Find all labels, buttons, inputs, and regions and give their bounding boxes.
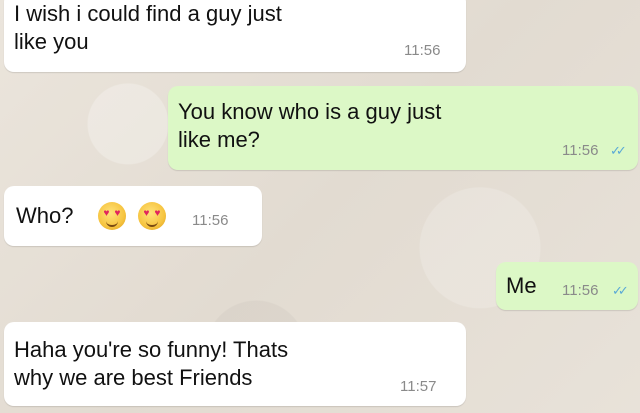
heart-eyes-emoji-icon: ♥ ♥ [98,202,126,230]
message-time: 11:56 [192,212,229,229]
incoming-message[interactable]: Who? ♥ ♥ ♥ ♥ 11:56 [4,186,262,246]
message-time: 11:56 [562,282,599,299]
message-time: 11:57 [400,378,437,395]
message-time: 11:56 [404,42,441,59]
outgoing-message[interactable]: You know who is a guy just like me? 11:5… [168,86,638,170]
outgoing-message[interactable]: Me 11:56 ✓✓ [496,262,638,310]
message-time: 11:56 [562,142,599,159]
read-receipt-icon: ✓✓ [610,143,627,158]
message-text: I wish i could find a guy just like you [14,1,282,54]
heart-eyes-emoji-icon: ♥ ♥ [138,202,166,230]
message-text: You know who is a guy just like me? [178,99,442,152]
read-receipt-icon: ✓✓ [612,283,629,298]
message-text: Haha you're so funny! Thats why we are b… [14,337,289,390]
message-text: Who? [16,203,74,228]
incoming-message[interactable]: I wish i could find a guy just like you … [4,0,466,72]
incoming-message[interactable]: Haha you're so funny! Thats why we are b… [4,322,466,406]
message-text: Me [506,273,537,298]
